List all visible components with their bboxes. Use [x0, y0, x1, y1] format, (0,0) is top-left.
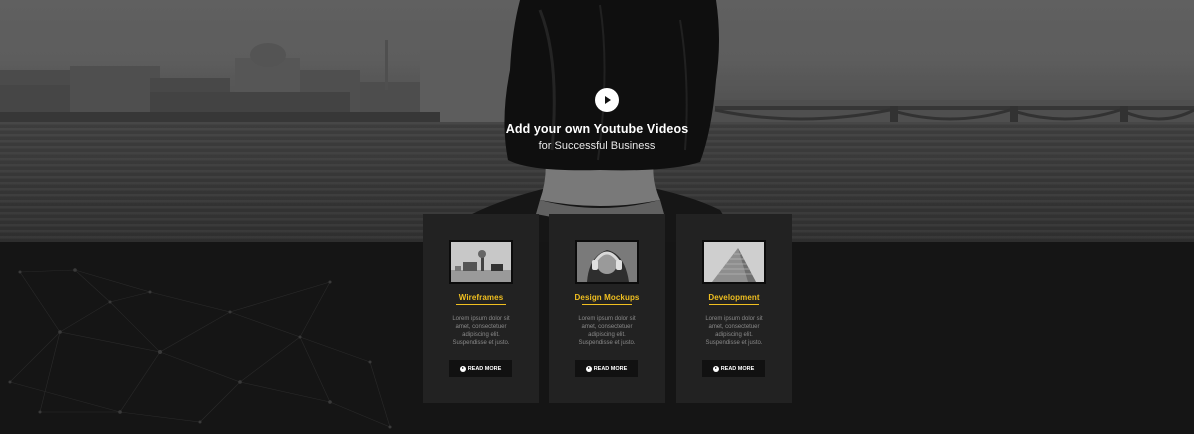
service-card-design-mockups: Design Mockups Lorem ipsum dolor sit ame… — [549, 214, 665, 403]
card-title: Development — [708, 293, 760, 302]
read-more-label: READ MORE — [467, 365, 502, 372]
service-card-development: Development Lorem ipsum dolor sit amet, … — [676, 214, 792, 403]
read-more-button[interactable]: READ MORE — [575, 360, 638, 377]
video-hero: Add your own Youtube Videos for Successf… — [0, 0, 1194, 242]
title-underline — [709, 304, 759, 305]
desk-photo-icon — [451, 242, 511, 282]
card-description: Lorem ipsum dolor sit amet, consectetuer… — [578, 316, 636, 346]
title-underline — [456, 304, 506, 305]
hero-subtitle: for Successful Business — [538, 140, 656, 152]
read-more-label: READ MORE — [593, 365, 628, 372]
card-thumbnail — [449, 240, 513, 284]
card-title: Wireframes — [458, 293, 504, 302]
play-circle-icon — [712, 365, 719, 372]
headphones-photo-icon — [577, 242, 637, 282]
play-video-button[interactable] — [595, 88, 619, 112]
service-card-wireframes: Wireframes Lorem ipsum dolor sit amet, c… — [423, 214, 539, 403]
play-circle-icon — [585, 365, 592, 372]
read-more-button[interactable]: READ MORE — [702, 360, 765, 377]
read-more-button[interactable]: READ MORE — [449, 360, 512, 377]
read-more-label: READ MORE — [720, 365, 755, 372]
hero-overlay — [0, 0, 1194, 242]
hero-title: Add your own Youtube Videos — [505, 122, 689, 136]
card-thumbnail — [575, 240, 639, 284]
play-icon — [605, 96, 611, 104]
card-thumbnail — [702, 240, 766, 284]
card-description: Lorem ipsum dolor sit amet, consectetuer… — [452, 316, 510, 346]
play-circle-icon — [459, 365, 466, 372]
card-title: Design Mockups — [574, 293, 640, 302]
title-underline — [582, 304, 632, 305]
building-photo-icon — [704, 242, 764, 282]
card-description: Lorem ipsum dolor sit amet, consectetuer… — [705, 316, 763, 346]
